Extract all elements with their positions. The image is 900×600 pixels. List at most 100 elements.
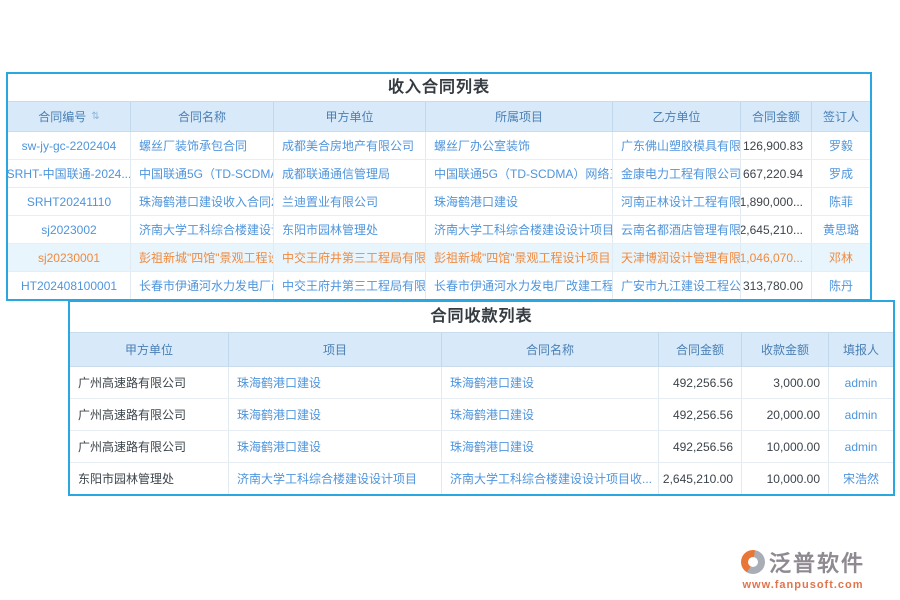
project-cell[interactable]: 珠海鹤港口建设 (229, 431, 442, 462)
signer-cell[interactable]: 陈丹 (812, 272, 870, 299)
income-contract-table-title: 收入合同列表 (8, 74, 870, 101)
filler-cell[interactable]: admin (829, 431, 893, 462)
contract-name-cell[interactable]: 珠海鹤港口建设 (442, 399, 659, 430)
filler-cell[interactable]: admin (829, 399, 893, 430)
vendor-url: www.fanpusoft.com (718, 579, 888, 591)
contract-amount-cell: 667,220.94 (741, 160, 812, 187)
contract-name-cell[interactable]: 济南大学工科综合楼建设设计项目收... (442, 463, 659, 494)
receipt-header-filler: 填报人 (829, 333, 893, 366)
contract-amount-cell: 492,256.56 (659, 367, 742, 398)
receipt-table-title: 合同收款列表 (70, 302, 893, 332)
table-row[interactable]: 广州高速路有限公司 珠海鹤港口建设 珠海鹤港口建设 492,256.56 3,0… (70, 367, 893, 399)
filler-cell[interactable]: 宋浩然 (829, 463, 893, 494)
project-cell[interactable]: 彭祖新城"四馆"景观工程设计项目 (426, 244, 613, 271)
table-row[interactable]: 广州高速路有限公司 珠海鹤港口建设 珠海鹤港口建设 492,256.56 10,… (70, 431, 893, 463)
signer-cell[interactable]: 罗毅 (812, 132, 870, 159)
party-b-cell[interactable]: 广东佛山塑胶模具有限... (613, 132, 741, 159)
party-a-cell[interactable]: 成都联通通信管理局 (274, 160, 426, 187)
party-a-cell[interactable]: 中交王府井第三工程局有限... (274, 244, 426, 271)
contract-amount-cell: 2,645,210... (741, 216, 812, 243)
party-b-cell[interactable]: 广安市九江建设工程公司 (613, 272, 741, 299)
contract-amount-cell: 492,256.56 (659, 399, 742, 430)
project-cell[interactable]: 济南大学工科综合楼建设设计项目 (229, 463, 442, 494)
income-header-party-a: 甲方单位 (274, 102, 426, 131)
signer-cell[interactable]: 黄思璐 (812, 216, 870, 243)
signer-cell[interactable]: 陈菲 (812, 188, 870, 215)
contract-name-cell[interactable]: 珠海鹤港口建设 (442, 367, 659, 398)
receipt-header-project: 项目 (229, 333, 442, 366)
income-header-signer: 签订人 (812, 102, 870, 131)
contract-amount-cell: 492,256.56 (659, 431, 742, 462)
vendor-logo: 泛普软件 www.fanpusoft.com (718, 546, 888, 591)
project-cell[interactable]: 珠海鹤港口建设 (229, 399, 442, 430)
table-row[interactable]: sw-jy-gc-2202404 螺丝厂装饰承包合同 成都美合房地产有限公司 螺… (8, 132, 870, 160)
project-cell[interactable]: 济南大学工科综合楼建设设计项目 (426, 216, 613, 243)
contract-name-cell[interactable]: 长春市伊通河水力发电厂改... (131, 272, 274, 299)
receipt-table-header-row: 甲方单位 项目 合同名称 合同金额 收款金额 填报人 (70, 332, 893, 367)
sort-icon[interactable]: ⇅ (91, 111, 99, 122)
signer-cell[interactable]: 邓林 (812, 244, 870, 271)
income-header-contract-code-label: 合同编号 (38, 108, 86, 125)
contract-name-cell[interactable]: 珠海鹤港口建设收入合同2 (131, 188, 274, 215)
project-cell[interactable]: 中国联通5G（TD-SCDMA）网络三... (426, 160, 613, 187)
table-row[interactable]: HT202408100001 长春市伊通河水力发电厂改... 中交王府井第三工程… (8, 272, 870, 299)
contract-amount-cell: 126,900.83 (741, 132, 812, 159)
contract-code-cell[interactable]: sj2023002 (8, 216, 131, 243)
received-amount-cell: 3,000.00 (742, 367, 829, 398)
party-a-cell[interactable]: 东阳市园林管理处 (274, 216, 426, 243)
contract-amount-cell: 1,890,000... (741, 188, 812, 215)
income-header-project: 所属项目 (426, 102, 613, 131)
table-row[interactable]: sj2023002 济南大学工科综合楼建设设... 东阳市园林管理处 济南大学工… (8, 216, 870, 244)
received-amount-cell: 10,000.00 (742, 463, 829, 494)
project-cell[interactable]: 螺丝厂办公室装饰 (426, 132, 613, 159)
income-table-body: sw-jy-gc-2202404 螺丝厂装饰承包合同 成都美合房地产有限公司 螺… (8, 132, 870, 299)
party-a-cell[interactable]: 中交王府井第三工程局有限... (274, 272, 426, 299)
receipt-header-received: 收款金额 (742, 333, 829, 366)
contract-code-cell[interactable]: SRHT20241110 (8, 188, 131, 215)
table-row[interactable]: 东阳市园林管理处 济南大学工科综合楼建设设计项目 济南大学工科综合楼建设设计项目… (70, 463, 893, 494)
contract-name-cell[interactable]: 彭祖新城"四馆"景观工程设计... (131, 244, 274, 271)
income-contract-panel: 收入合同列表 合同编号 ⇅ 合同名称 甲方单位 所属项目 乙方单位 合同金额 签… (6, 72, 872, 301)
income-header-contract-code[interactable]: 合同编号 ⇅ (8, 102, 131, 131)
table-row[interactable]: SRHT20241110 珠海鹤港口建设收入合同2 兰迪置业有限公司 珠海鹤港口… (8, 188, 870, 216)
party-b-cell[interactable]: 云南名都酒店管理有限... (613, 216, 741, 243)
received-amount-cell: 10,000.00 (742, 431, 829, 462)
contract-code-cell[interactable]: sj20230001 (8, 244, 131, 271)
contract-amount-cell: 2,645,210.00 (659, 463, 742, 494)
income-table-header-row: 合同编号 ⇅ 合同名称 甲方单位 所属项目 乙方单位 合同金额 签订人 (8, 101, 870, 132)
receipt-header-contract-name: 合同名称 (442, 333, 659, 366)
contract-amount-cell: 1,046,070... (741, 244, 812, 271)
project-cell[interactable]: 珠海鹤港口建设 (229, 367, 442, 398)
signer-cell[interactable]: 罗成 (812, 160, 870, 187)
receipt-table-body: 广州高速路有限公司 珠海鹤港口建设 珠海鹤港口建设 492,256.56 3,0… (70, 367, 893, 494)
contract-code-cell[interactable]: HT202408100001 (8, 272, 131, 299)
contract-code-cell[interactable]: sw-jy-gc-2202404 (8, 132, 131, 159)
contract-name-cell[interactable]: 螺丝厂装饰承包合同 (131, 132, 274, 159)
receipt-header-amount: 合同金额 (659, 333, 742, 366)
party-b-cell[interactable]: 金康电力工程有限公司 (613, 160, 741, 187)
table-row[interactable]: sj20230001 彭祖新城"四馆"景观工程设计... 中交王府井第三工程局有… (8, 244, 870, 272)
party-b-cell[interactable]: 河南正林设计工程有限... (613, 188, 741, 215)
contract-code-cell[interactable]: SRHT-中国联通-2024... (8, 160, 131, 187)
party-a-cell[interactable]: 兰迪置业有限公司 (274, 188, 426, 215)
received-amount-cell: 20,000.00 (742, 399, 829, 430)
fanpu-logo-icon (741, 550, 765, 574)
receipt-header-party-a: 甲方单位 (70, 333, 229, 366)
income-header-contract-name: 合同名称 (131, 102, 274, 131)
filler-cell[interactable]: admin (829, 367, 893, 398)
income-header-amount: 合同金额 (741, 102, 812, 131)
vendor-brand-name: 泛普软件 (769, 546, 865, 578)
contract-name-cell[interactable]: 中国联通5G（TD-SCDMA）... (131, 160, 274, 187)
project-cell[interactable]: 长春市伊通河水力发电厂改建工程 (426, 272, 613, 299)
income-header-party-b: 乙方单位 (613, 102, 741, 131)
contract-amount-cell: 313,780.00 (741, 272, 812, 299)
party-a-cell[interactable]: 成都美合房地产有限公司 (274, 132, 426, 159)
party-a-cell: 广州高速路有限公司 (70, 399, 229, 430)
contract-name-cell[interactable]: 珠海鹤港口建设 (442, 431, 659, 462)
party-a-cell: 东阳市园林管理处 (70, 463, 229, 494)
contract-name-cell[interactable]: 济南大学工科综合楼建设设... (131, 216, 274, 243)
project-cell[interactable]: 珠海鹤港口建设 (426, 188, 613, 215)
table-row[interactable]: SRHT-中国联通-2024... 中国联通5G（TD-SCDMA）... 成都… (8, 160, 870, 188)
table-row[interactable]: 广州高速路有限公司 珠海鹤港口建设 珠海鹤港口建设 492,256.56 20,… (70, 399, 893, 431)
party-b-cell[interactable]: 天津博润设计管理有限... (613, 244, 741, 271)
